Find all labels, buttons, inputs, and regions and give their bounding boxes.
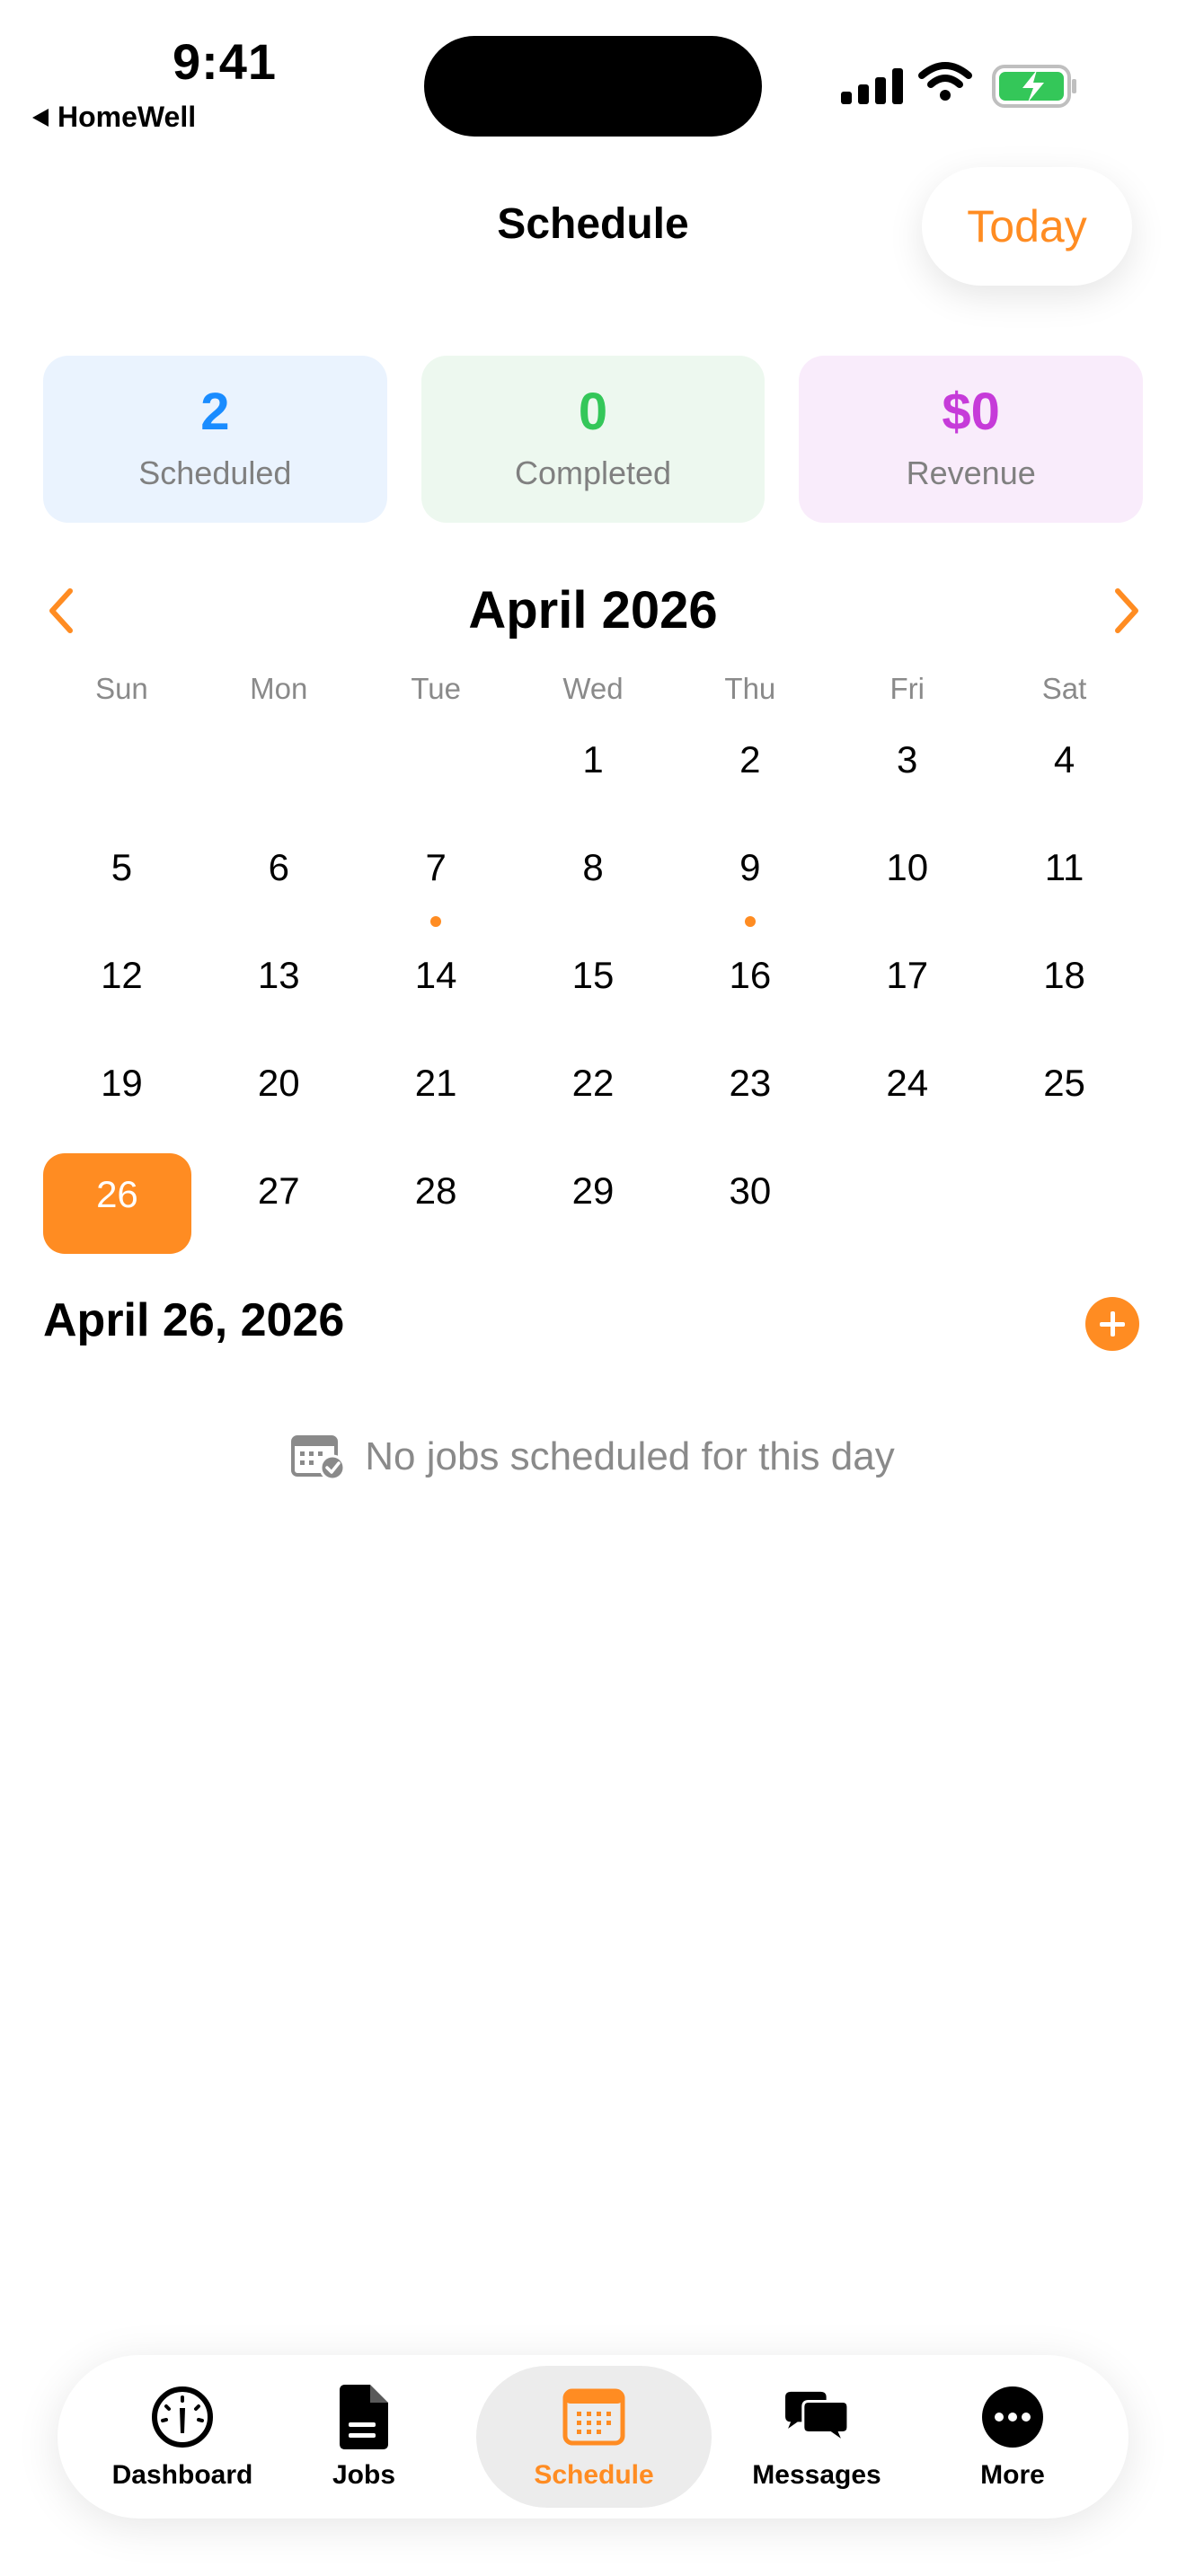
tab-jobs[interactable]: Jobs — [296, 2355, 431, 2519]
calendar-day[interactable]: 10 — [828, 826, 986, 934]
tab-label: Jobs — [332, 2460, 396, 2490]
tab-label: Schedule — [534, 2460, 654, 2490]
month-navigation: April 2026 — [0, 566, 1186, 656]
calendar-check-icon — [291, 1435, 346, 1480]
calendar-day[interactable]: 28 — [358, 1150, 515, 1257]
stat-card-revenue: $0 Revenue — [799, 356, 1144, 523]
add-job-button[interactable] — [1085, 1297, 1139, 1351]
calendar-day[interactable]: 14 — [358, 934, 515, 1042]
status-bar: 9:41 HomeWell — [0, 0, 1186, 153]
calendar-day[interactable]: 15 — [515, 934, 672, 1042]
calendar-day[interactable]: 20 — [200, 1042, 358, 1150]
tab-label: Dashboard — [111, 2460, 253, 2490]
calendar-day[interactable]: 13 — [200, 934, 358, 1042]
tab-schedule[interactable]: Schedule — [476, 2366, 712, 2508]
calendar-day-grid: 1 2 3 4 5 6 7 8 9 10 11 12 13 14 15 16 17 18 19 20 21 22 23 24 2… — [43, 719, 1143, 1257]
wifi-icon — [918, 62, 972, 101]
calendar-day[interactable]: 7 — [358, 826, 515, 934]
empty-state: No jobs scheduled for this day — [0, 1434, 1186, 1480]
stat-value: 2 — [200, 383, 230, 441]
gauge-icon — [152, 2386, 213, 2448]
back-to-app-button[interactable]: HomeWell — [32, 101, 196, 134]
stat-card-scheduled: 2 Scheduled — [43, 356, 387, 523]
dynamic-island — [424, 36, 762, 137]
calendar-day[interactable]: 21 — [358, 1042, 515, 1150]
calendar-day[interactable]: 16 — [671, 934, 828, 1042]
status-time: 9:41 — [172, 33, 278, 90]
chat-bubbles-icon — [785, 2391, 850, 2447]
tab-label: More — [980, 2460, 1045, 2490]
selected-date-heading: April 26, 2026 — [43, 1294, 345, 1346]
calendar-day[interactable]: 24 — [828, 1042, 986, 1150]
back-app-label: HomeWell — [58, 101, 197, 133]
calendar-day[interactable]: 6 — [200, 826, 358, 934]
weekday-label: Tue — [411, 672, 461, 705]
calendar-day[interactable]: 8 — [515, 826, 672, 934]
weekday-label: Mon — [250, 672, 308, 705]
weekday-label: Thu — [724, 672, 776, 705]
calendar-day[interactable]: 23 — [671, 1042, 828, 1150]
calendar-icon — [562, 2388, 625, 2446]
next-month-chevron-icon[interactable] — [1098, 584, 1152, 638]
weekday-label: Sun — [95, 672, 148, 705]
calendar-day-number: 7 — [425, 846, 447, 888]
calendar-day[interactable]: 30 — [671, 1150, 828, 1257]
calendar-day[interactable]: 19 — [43, 1042, 200, 1150]
stat-label: Revenue — [906, 454, 1036, 491]
calendar-day-number: 9 — [739, 846, 761, 888]
stat-value: 0 — [578, 383, 608, 441]
tab-messages[interactable]: Messages — [715, 2355, 918, 2519]
bottom-tab-bar: Dashboard Jobs Schedule Messages More — [58, 2355, 1128, 2519]
calendar-day[interactable]: 5 — [43, 826, 200, 934]
previous-month-chevron-icon[interactable] — [36, 584, 90, 638]
stat-label: Scheduled — [138, 454, 292, 491]
calendar-day[interactable]: 12 — [43, 934, 200, 1042]
month-title: April 2026 — [468, 581, 718, 640]
calendar-day[interactable]: 2 — [671, 719, 828, 826]
calendar-day[interactable]: 18 — [986, 934, 1143, 1042]
job-indicator-dot — [430, 916, 442, 927]
empty-state-message: No jobs scheduled for this day — [365, 1434, 895, 1478]
back-triangle-icon — [32, 108, 49, 127]
stat-card-completed: 0 Completed — [420, 356, 766, 523]
calendar-day[interactable]: 29 — [515, 1150, 672, 1257]
tab-more[interactable]: More — [920, 2355, 1105, 2519]
calendar-day[interactable]: 4 — [986, 719, 1143, 826]
calendar-day[interactable]: 3 — [828, 719, 986, 826]
calendar-day[interactable]: 9 — [671, 826, 828, 934]
weekday-header-row: Sun Mon Tue Wed Thu Fri Sat — [43, 672, 1143, 706]
stats-summary: 2 Scheduled 0 Completed $0 Revenue — [43, 356, 1144, 523]
calendar-day[interactable]: 26 — [43, 1153, 191, 1254]
today-button[interactable]: Today — [922, 167, 1132, 286]
calendar-day[interactable]: 17 — [828, 934, 986, 1042]
calendar-day[interactable]: 22 — [515, 1042, 672, 1150]
weekday-label: Fri — [890, 672, 925, 705]
job-indicator-dot — [744, 916, 756, 927]
calendar-day[interactable]: 25 — [986, 1042, 1143, 1150]
stat-label: Completed — [514, 454, 672, 491]
tab-dashboard[interactable]: Dashboard — [81, 2355, 284, 2519]
calendar-day[interactable]: 11 — [986, 826, 1143, 934]
calendar-day[interactable]: 1 — [515, 719, 672, 826]
tab-label: Messages — [752, 2460, 881, 2490]
weekday-label: Wed — [562, 672, 624, 705]
document-icon — [340, 2385, 388, 2449]
battery-charging-icon — [992, 65, 1076, 108]
stat-value: $0 — [942, 383, 1000, 441]
cellular-signal-icon — [841, 63, 903, 104]
weekday-label: Sat — [1041, 672, 1087, 705]
calendar-day[interactable]: 27 — [200, 1150, 358, 1257]
more-icon — [982, 2386, 1043, 2448]
